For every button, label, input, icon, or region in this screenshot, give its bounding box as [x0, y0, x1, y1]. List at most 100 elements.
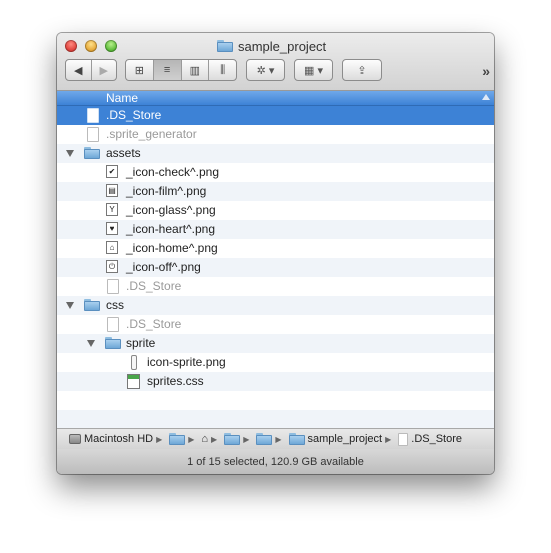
document-icon [107, 317, 119, 332]
forward-button[interactable]: ▶ [92, 60, 117, 80]
path-item-label: Macintosh HD [84, 433, 154, 445]
list-item[interactable]: assets [57, 144, 494, 163]
list-item[interactable]: ⏻ _icon-off^.png [57, 258, 494, 277]
window-title: sample_project [217, 37, 326, 55]
share-button[interactable]: ⇪ [342, 59, 382, 81]
folder-icon [169, 433, 186, 445]
share-icon: ⇪ [357, 64, 367, 77]
status-text: 1 of 15 selected, 120.9 GB available [187, 455, 364, 468]
folder-name: sprite [126, 336, 156, 350]
file-name: _icon-glass^.png [126, 203, 216, 217]
film-image-icon: ▤ [106, 184, 118, 197]
icon-view-icon: ⊞ [134, 64, 144, 77]
view-mode-control: ⊞ ≡ ▥ ⫼ [125, 59, 237, 81]
list-item[interactable]: icon-sprite.png [57, 353, 494, 372]
path-item-label: sample_project [307, 433, 383, 445]
cover-flow-icon: ⫼ [220, 63, 226, 76]
path-item-folder[interactable] [256, 433, 273, 445]
list-item[interactable]: sprites.css [57, 372, 494, 391]
image-file-icon [131, 355, 137, 370]
path-item-project[interactable]: sample_project [288, 433, 383, 445]
list-item[interactable]: ♥ _icon-heart^.png [57, 220, 494, 239]
home-icon: ⌂ [201, 433, 209, 445]
folder-name: css [106, 298, 124, 312]
action-menu-button[interactable]: ✲ ▾ [246, 59, 285, 81]
path-separator-icon: ▶ [243, 434, 250, 444]
file-list: .DS_Store .sprite_generator assets ✔ _ic… [57, 106, 494, 429]
toolbar-overflow-button[interactable]: » [482, 63, 490, 79]
disclosure-triangle-icon[interactable] [87, 340, 95, 347]
list-item[interactable]: .DS_Store [57, 277, 494, 296]
disclosure-triangle-icon[interactable] [66, 150, 74, 157]
path-item-folder[interactable] [224, 433, 241, 445]
minimize-button[interactable] [85, 40, 97, 52]
path-separator-icon: ▶ [156, 434, 163, 444]
icon-view-button[interactable]: ⊞ [126, 60, 154, 80]
file-name: icon-sprite.png [147, 355, 226, 369]
path-item-home[interactable]: ⌂ [201, 433, 208, 445]
list-item[interactable]: .DS_Store [57, 315, 494, 334]
status-bar: 1 of 15 selected, 120.9 GB available [57, 449, 494, 474]
file-name: sprites.css [147, 374, 204, 388]
folder-icon [288, 433, 305, 445]
file-name: _icon-off^.png [126, 260, 201, 274]
gear-icon: ✲ ▾ [256, 64, 275, 77]
list-item[interactable]: .sprite_generator [57, 125, 494, 144]
disclosure-triangle-icon[interactable] [66, 302, 74, 309]
list-item[interactable]: Y _icon-glass^.png [57, 201, 494, 220]
empty-row [57, 410, 494, 429]
path-separator-icon: ▶ [385, 434, 392, 444]
folder-icon [224, 433, 241, 445]
file-name: _icon-check^.png [126, 165, 220, 179]
file-name: .DS_Store [106, 108, 162, 122]
back-icon: ◀ [74, 64, 83, 77]
zoom-button[interactable] [105, 40, 117, 52]
column-view-icon: ▥ [189, 64, 201, 77]
folder-icon [217, 40, 233, 52]
list-item[interactable]: ⌂ _icon-home^.png [57, 239, 494, 258]
finder-window: sample_project ◀ ▶ ⊞ ≡ ▥ ⫼ ✲ ▾ ▦ ▾ ⇪ » N… [57, 33, 494, 474]
list-item[interactable]: .DS_Store [57, 106, 494, 125]
arrange-icon: ▦ ▾ [304, 64, 323, 77]
check-image-icon: ✔ [106, 165, 118, 178]
document-icon [87, 127, 99, 142]
list-item[interactable]: sprite [57, 334, 494, 353]
cover-flow-button[interactable]: ⫼ [209, 60, 236, 80]
css-file-icon [127, 374, 140, 389]
path-separator-icon: ▶ [275, 434, 282, 444]
forward-icon: ▶ [99, 64, 108, 77]
heart-image-icon: ♥ [106, 222, 118, 235]
document-icon [107, 279, 119, 294]
file-name: .DS_Store [126, 279, 182, 293]
file-name: _icon-heart^.png [126, 222, 216, 236]
arrange-menu-button[interactable]: ▦ ▾ [294, 59, 333, 81]
name-column-header[interactable]: Name [57, 91, 494, 106]
list-view-button[interactable]: ≡ [153, 60, 182, 80]
folder-icon [105, 337, 121, 349]
back-button[interactable]: ◀ [66, 60, 92, 80]
file-name: _icon-film^.png [126, 184, 207, 198]
back-forward-control: ◀ ▶ [65, 59, 117, 81]
hard-disk-icon [69, 434, 81, 444]
close-button[interactable] [65, 40, 77, 52]
column-view-button[interactable]: ▥ [182, 60, 210, 80]
folder-icon [84, 299, 100, 311]
folder-icon [256, 433, 273, 445]
home-image-icon: ⌂ [106, 241, 118, 254]
path-item-label: .DS_Store [411, 433, 463, 445]
list-item[interactable]: ▤ _icon-film^.png [57, 182, 494, 201]
document-icon [87, 108, 99, 123]
list-view-icon: ≡ [163, 64, 171, 76]
list-item[interactable]: ✔ _icon-check^.png [57, 163, 494, 182]
path-item-disk[interactable]: Macintosh HD [69, 433, 153, 445]
file-name: _icon-home^.png [126, 241, 218, 255]
power-image-icon: ⏻ [106, 260, 118, 273]
name-column-label: Name [106, 91, 139, 105]
path-item-folder[interactable] [169, 433, 186, 445]
path-item-file[interactable]: .DS_Store [398, 432, 463, 446]
document-icon [398, 432, 409, 446]
list-item[interactable]: css [57, 296, 494, 315]
file-name: .DS_Store [126, 317, 182, 331]
title-bar: sample_project ◀ ▶ ⊞ ≡ ▥ ⫼ ✲ ▾ ▦ ▾ ⇪ » [57, 33, 494, 91]
empty-row [57, 391, 494, 410]
